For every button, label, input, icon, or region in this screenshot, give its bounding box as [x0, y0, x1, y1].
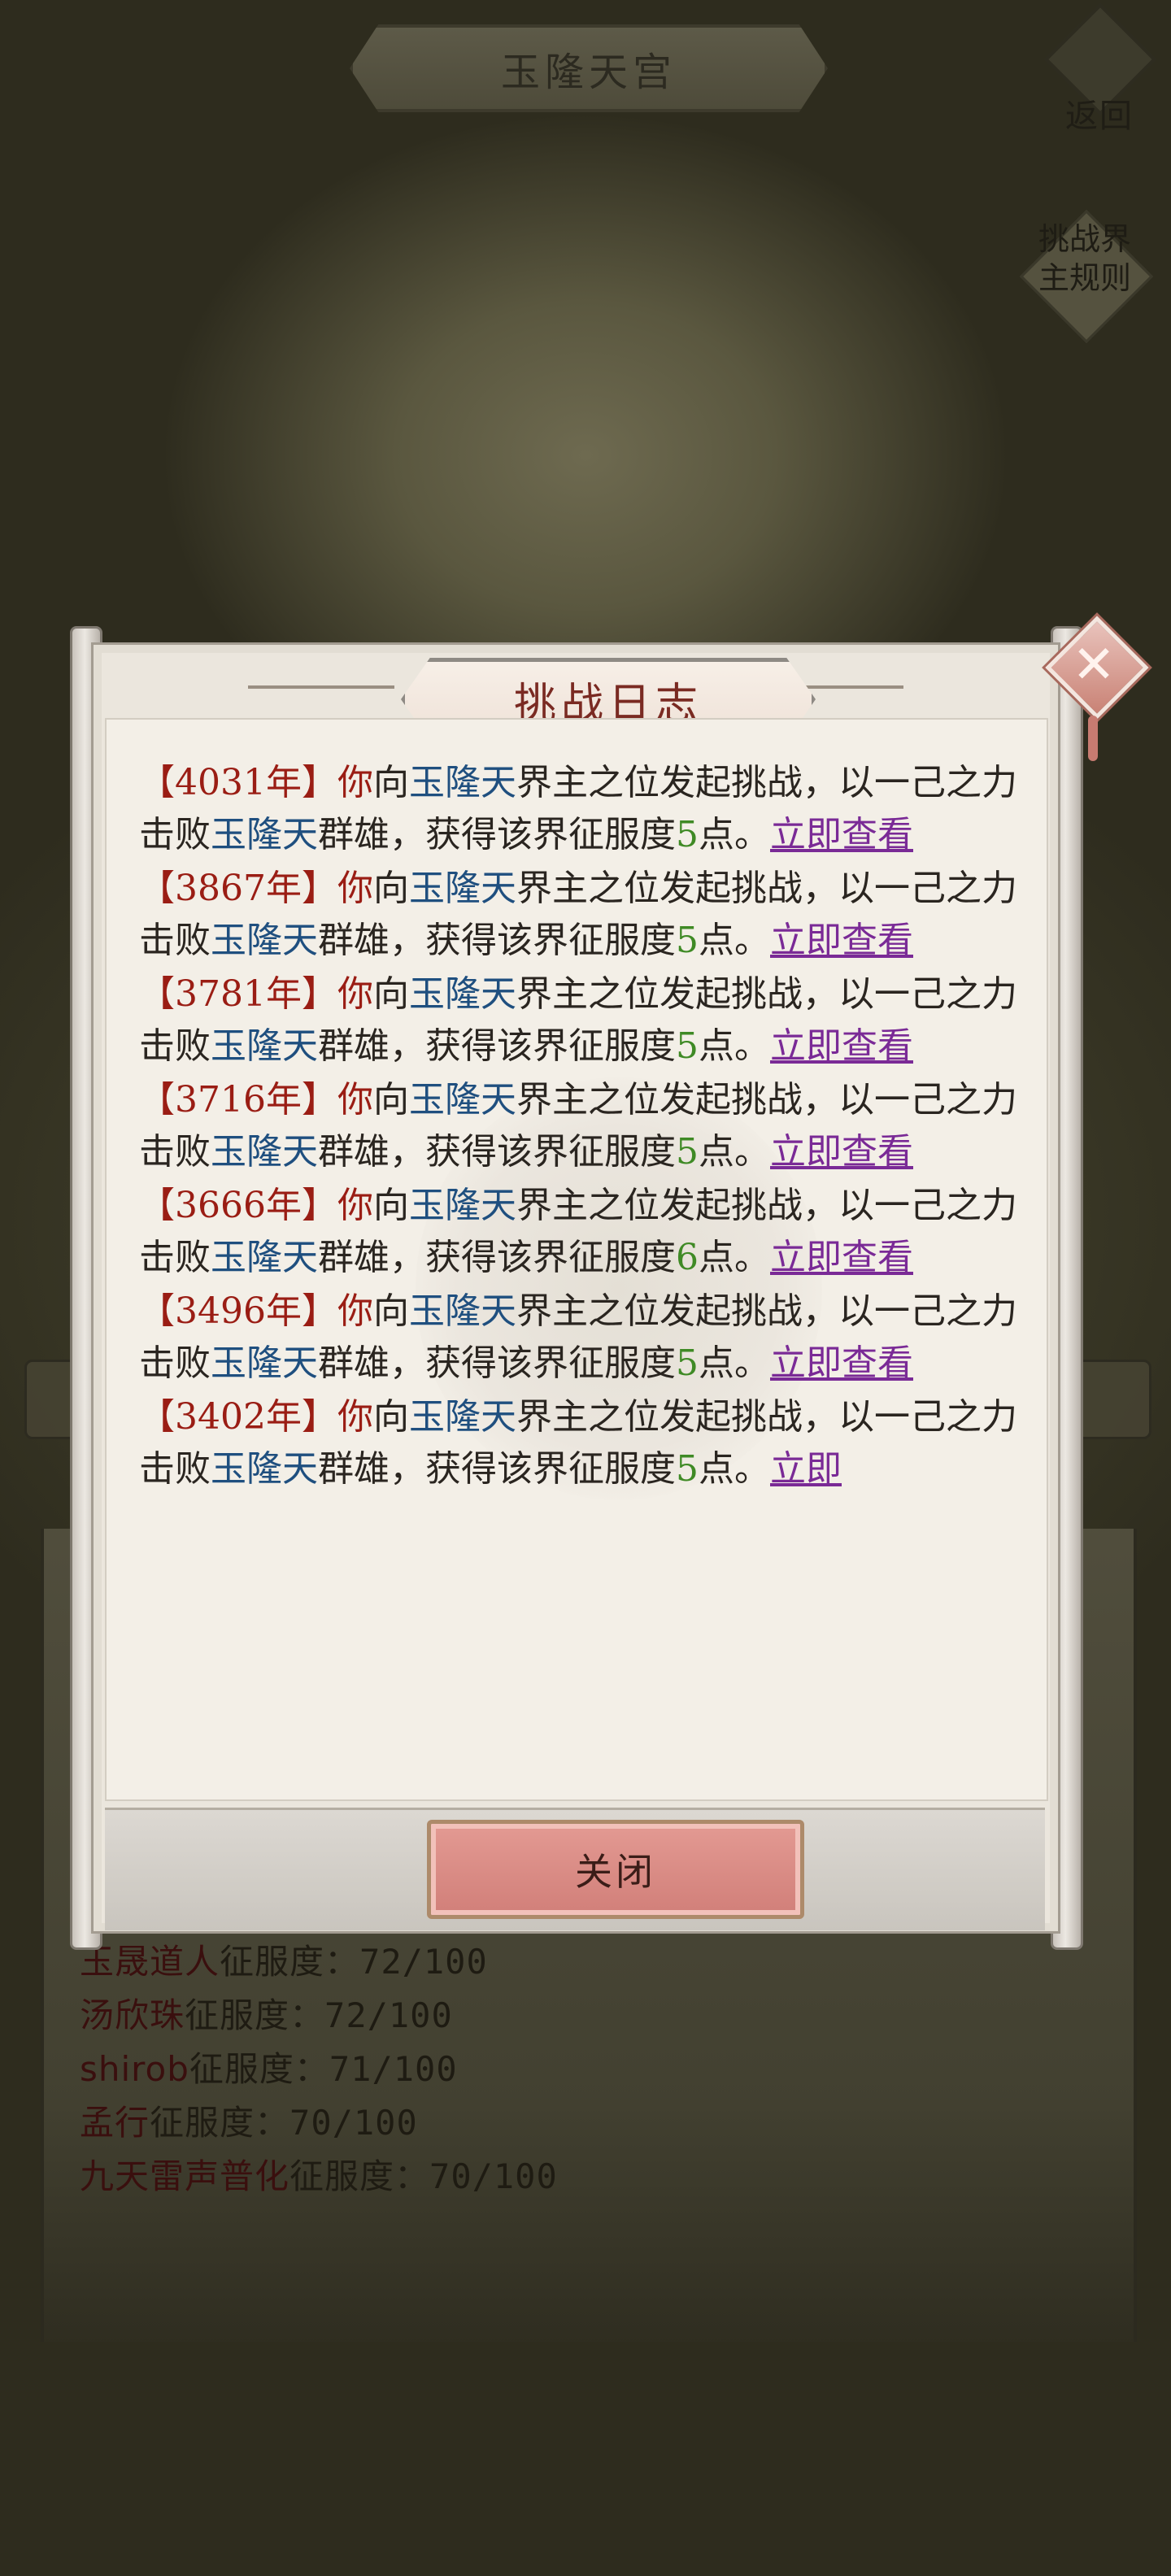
close-button-label: 关闭 — [575, 1850, 656, 1894]
view-now-link[interactable]: 立即 — [770, 1448, 842, 1490]
screen-title: 玉隆天宫 — [500, 50, 677, 95]
ranking-list: 玉晟道人征服度：72/100 汤欣珠征服度：72/100 shirob征服度：7… — [80, 1935, 558, 2204]
ranking-row: shirob征服度：71/100 — [80, 2049, 458, 2089]
ranking-row: 孟行征服度：70/100 — [80, 2103, 418, 2143]
dialog-footer: 关闭 — [105, 1808, 1045, 1930]
view-now-link[interactable]: 立即查看 — [770, 1025, 913, 1067]
log-entry: 【3402年】你向玉隆天界主之位发起挑战，以一己之力击败玉隆天群雄，获得该界征服… — [139, 1396, 1017, 1490]
log-entry: 【3781年】你向玉隆天界主之位发起挑战，以一己之力击败玉隆天群雄，获得该界征服… — [139, 973, 1017, 1067]
log-entry: 【4031年】你向玉隆天界主之位发起挑战，以一己之力击败玉隆天群雄，获得该界征服… — [139, 762, 1017, 855]
view-now-link[interactable]: 立即查看 — [770, 920, 913, 961]
log-entry: 【3496年】你向玉隆天界主之位发起挑战，以一己之力击败玉隆天群雄，获得该界征服… — [139, 1290, 1017, 1384]
log-scroll-area[interactable]: 【4031年】你向玉隆天界主之位发起挑战，以一己之力击败玉隆天群雄，获得该界征服… — [139, 757, 1043, 1821]
back-label: 返回 — [1065, 98, 1134, 135]
close-button[interactable]: 关闭 — [427, 1820, 804, 1919]
close-icon: ✕ — [1072, 635, 1116, 695]
ranking-row: 汤欣珠征服度：72/100 — [80, 1995, 453, 2035]
view-now-link[interactable]: 立即查看 — [770, 1237, 913, 1278]
dialog-paper: 挑战日志 【4031年】你向玉隆天界主之位发起挑战，以一己之力击败玉隆天群雄，获… — [91, 642, 1060, 1934]
back-button[interactable]: 返回 — [1043, 2, 1157, 135]
challenge-rules-button[interactable]: 挑战界主规则 — [1013, 203, 1154, 344]
dialog-close-x[interactable]: ✕ — [1043, 611, 1149, 766]
view-now-link[interactable]: 立即查看 — [770, 814, 913, 855]
log-entry: 【3867年】你向玉隆天界主之位发起挑战，以一己之力击败玉隆天群雄，获得该界征服… — [139, 868, 1017, 961]
log-entry: 【3666年】你向玉隆天界主之位发起挑战，以一己之力击败玉隆天群雄，获得该界征服… — [139, 1185, 1017, 1278]
tassel-ornament — [1088, 716, 1098, 761]
header-ornament-left — [248, 685, 394, 689]
view-now-link[interactable]: 立即查看 — [770, 1131, 913, 1173]
screen-title-plaque: 玉隆天宫 — [350, 24, 828, 112]
rules-label: 挑战界主规则 — [1038, 221, 1131, 296]
view-now-link[interactable]: 立即查看 — [770, 1342, 913, 1384]
log-entry: 【3716年】你向玉隆天界主之位发起挑战，以一己之力击败玉隆天群雄，获得该界征服… — [139, 1079, 1017, 1173]
challenge-log-dialog: 挑战日志 【4031年】你向玉隆天界主之位发起挑战，以一己之力击败玉隆天群雄，获… — [70, 616, 1149, 1950]
ranking-row: 九天雷声普化征服度：70/100 — [80, 2156, 558, 2196]
